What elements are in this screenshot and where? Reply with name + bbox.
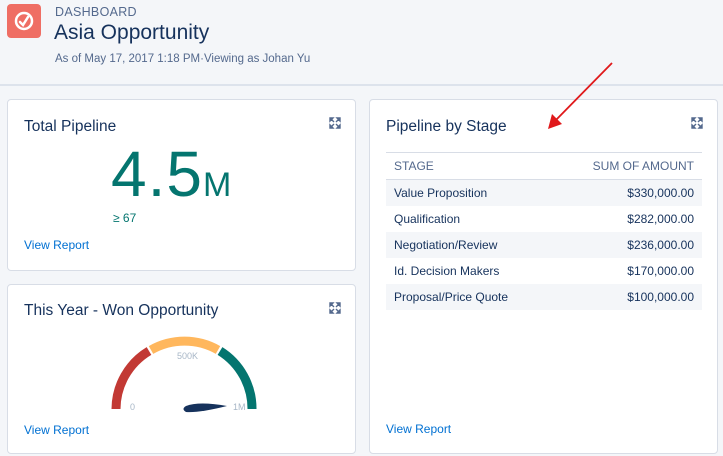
table-row: Qualification $282,000.00 [386,206,702,232]
page-eyebrow: DASHBOARD [55,5,137,19]
table-row: Id. Decision Makers $170,000.00 [386,258,702,284]
stage-cell: Proposal/Price Quote [386,283,548,310]
amount-cell: $282,000.00 [627,211,694,226]
metric-value: 4.5M [111,138,233,210]
total-pipeline-card: Total Pipeline 4.5M ≥ 67 View Report [7,99,356,271]
gauge-label-max: 1M [233,402,246,412]
gauge-segment-high [217,347,257,410]
stage-cell: Qualification [394,211,461,226]
expand-icon[interactable] [329,117,341,129]
column-header-stage[interactable]: STAGE [386,152,548,180]
view-report-link[interactable]: View Report [386,422,451,436]
expand-icon[interactable] [691,117,703,129]
stage-cell: Id. Decision Makers [394,263,500,278]
gauge-segment-mid [148,336,221,354]
dashboard-gauge-icon [7,4,41,38]
amount-cell: $170,000.00 [627,263,694,278]
dashboard-meta: As of May 17, 2017 1:18 PM·Viewing as Jo… [55,53,311,65]
column-header-amount[interactable]: SUM OF AMOUNT [547,152,702,180]
amount-cell: $236,000.00 [547,231,702,258]
card-title: Total Pipeline [24,118,117,135]
view-report-link[interactable]: View Report [24,423,89,437]
view-report-link[interactable]: View Report [24,238,89,252]
won-opportunity-card: This Year - Won Opportunity 0 500K 1M Vi… [7,284,356,454]
table-row: Value Proposition $330,000.00 [386,179,702,206]
gauge-needle [183,403,227,413]
amount-cell: $100,000.00 [547,283,702,310]
annotation-arrow-icon [548,62,613,129]
page-title: Asia Opportunity [54,21,210,44]
table-header-row: STAGE SUM OF AMOUNT [386,152,702,180]
gauge-label-mid: 500K [177,351,198,361]
expand-icon[interactable] [329,302,341,314]
table-row: Negotiation/Review $236,000.00 [386,231,702,258]
stage-cell: Negotiation/Review [386,231,548,258]
table-row: Proposal/Price Quote $100,000.00 [386,283,702,310]
gauge-label-min: 0 [130,402,135,412]
gauge-chart: 0 500K 1M [111,336,257,413]
card-title: Pipeline by Stage [386,118,507,135]
amount-cell: $330,000.00 [547,179,702,206]
metric-subvalue: ≥ 67 [113,211,137,225]
pipeline-table: STAGE SUM OF AMOUNT Value Proposition $3… [386,152,702,310]
pipeline-by-stage-card: Pipeline by Stage STAGE SUM OF AMOUNT Va… [369,99,718,454]
card-title: This Year - Won Opportunity [24,302,219,319]
stage-cell: Value Proposition [386,179,548,206]
gauge-segment-low [111,347,152,410]
